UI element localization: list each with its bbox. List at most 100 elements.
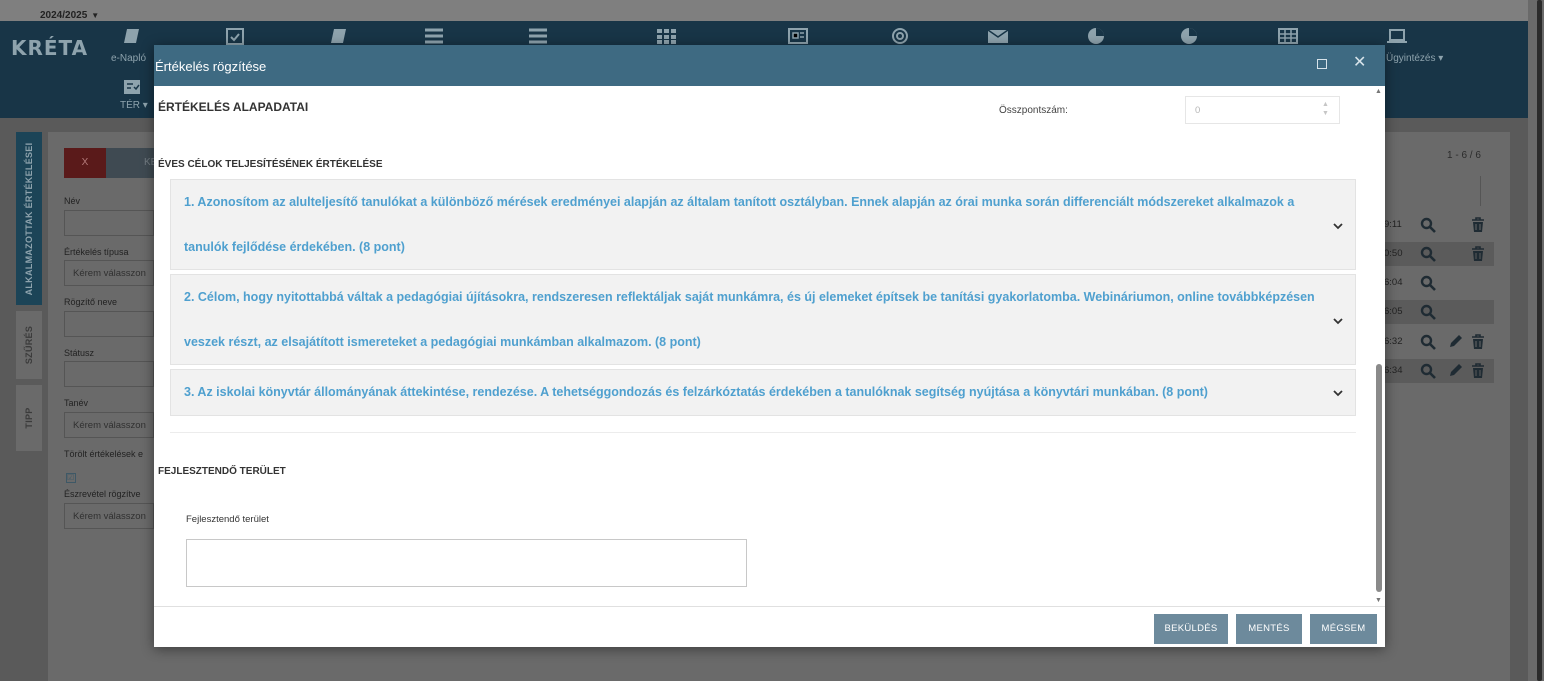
search-button[interactable]: KE [106, 148, 157, 178]
search-icon[interactable] [1420, 334, 1436, 350]
table-row: 9:11 [1384, 213, 1494, 237]
rogzito-label: Rögzítő neve [64, 297, 118, 307]
eszrevetel-label: Észrevétel rögzítve [64, 489, 141, 499]
tab-label: SZŰRÉS [24, 325, 34, 365]
trash-icon[interactable] [1470, 334, 1486, 350]
divider [170, 432, 1356, 433]
statusz-label: Státusz [64, 348, 95, 358]
list-icon-2[interactable] [527, 27, 549, 45]
osszpontszam-input[interactable]: 0 [1185, 96, 1340, 124]
tipus-select[interactable]: Kérem válasszon [64, 260, 154, 286]
goal-text: 2. Célom, hogy nyitottabbá váltak a peda… [184, 290, 1315, 349]
statusz-select[interactable] [64, 361, 154, 387]
table-icon[interactable] [1277, 27, 1299, 45]
row-time: 0:50 [1384, 248, 1403, 259]
goals-heading: ÉVES CÉLOK TELJESÍTÉSÉNEK ÉRTÉKELÉSE [158, 159, 383, 170]
torolt-checkbox[interactable]: ☑ [66, 473, 76, 483]
rogzito-input[interactable] [64, 311, 154, 337]
row-time: 6:32 [1384, 336, 1403, 347]
fejlesztendo-textarea[interactable] [186, 539, 747, 587]
dialog-footer: BEKÜLDÉS MENTÉS MÉGSEM [154, 606, 1385, 647]
tanev-label: Tanév [64, 398, 89, 408]
result-count: 1 - 6 / 6 [1447, 150, 1481, 161]
table-row: 6:05 [1384, 300, 1494, 324]
pie-chart-icon-2[interactable] [1178, 27, 1200, 45]
search-icon[interactable] [1420, 275, 1436, 291]
school-year-value: 2024/2025 [40, 10, 88, 21]
laptop-icon[interactable] [1386, 27, 1408, 45]
tab-tipp[interactable]: TIPP [16, 385, 42, 451]
dialog-body: ÉRTÉKELÉS ALAPADATAI Összpontszám: 0 ▲ ▼ … [154, 86, 1385, 606]
grid-icon[interactable] [655, 27, 677, 45]
osszpontszam-label: Összpontszám: [999, 105, 1068, 116]
kreta-logo: KRÉTA [11, 36, 89, 60]
envelope-icon[interactable] [987, 27, 1009, 45]
newspaper-icon[interactable] [787, 27, 809, 45]
ertekeles-rogzitese-dialog: Értékelés rögzítése ✕ ÉRTÉKELÉS ALAPADAT… [154, 45, 1385, 647]
spinner-arrows-icon[interactable]: ▲ ▼ [1322, 100, 1329, 118]
search-icon[interactable] [1420, 304, 1436, 320]
scrollbar-thumb[interactable] [1376, 364, 1382, 592]
chevron-down-icon[interactable] [1331, 314, 1345, 328]
goal-accordion-item-2[interactable]: 2. Célom, hogy nyitottabbá váltak a peda… [170, 274, 1356, 365]
pencil-icon[interactable] [1447, 334, 1463, 350]
row-time: 6:04 [1384, 277, 1403, 288]
form-icon[interactable] [123, 79, 141, 95]
row-time: 6:34 [1384, 365, 1403, 376]
megsem-button[interactable]: MÉGSEM [1310, 614, 1377, 644]
search-icon[interactable] [1420, 363, 1436, 379]
list-icon[interactable] [423, 27, 445, 45]
bekuldes-button[interactable]: BEKÜLDÉS [1154, 614, 1228, 644]
section-title: ÉRTÉKELÉS ALAPADATAI [158, 100, 309, 114]
clear-filter-button[interactable]: X [64, 148, 106, 178]
mentes-button[interactable]: MENTÉS [1236, 614, 1302, 644]
trash-icon[interactable] [1470, 217, 1486, 233]
nev-input[interactable] [64, 210, 154, 236]
at-icon[interactable] [889, 27, 911, 45]
maximize-icon[interactable] [1317, 59, 1327, 69]
eszrevetel-select[interactable]: Kérem válasszon [64, 503, 154, 529]
nav-ter-label[interactable]: TÉR ▾ [120, 100, 148, 111]
goal-text: 3. Az iskolai könyvtár állományának átte… [184, 385, 1208, 399]
page-scrollbar-thumb[interactable] [1537, 0, 1542, 681]
trash-icon[interactable] [1470, 363, 1486, 379]
book-icon[interactable] [121, 27, 143, 45]
nav-enaplo-label[interactable]: e-Napló [111, 53, 146, 64]
nav-ugyintezes-text: Ügyintézés [1386, 53, 1436, 64]
close-icon[interactable]: ✕ [1353, 55, 1366, 71]
school-year-selector[interactable]: 2024/2025 ▼ [40, 10, 99, 21]
fejlesztendo-label: Fejlesztendő terület [186, 514, 269, 525]
tab-alkalmazottak-ertekelesei[interactable]: ALKALMAZOTTAK ÉRTÉKELÉSEI [16, 132, 42, 305]
tab-label: TIPP [24, 407, 34, 429]
nav-ter-text: TÉR [120, 100, 140, 111]
pencil-icon[interactable] [1447, 363, 1463, 379]
tanev-select[interactable]: Kérem válasszon [64, 412, 154, 438]
nev-label: Név [64, 196, 81, 206]
scroll-down-icon[interactable]: ▼ [1375, 597, 1382, 604]
column-divider [1480, 176, 1481, 206]
nav-ugyintezes-label[interactable]: Ügyintézés ▾ [1386, 53, 1443, 64]
book-icon-2[interactable] [328, 27, 350, 45]
table-row: 6:34 [1384, 359, 1494, 383]
fejlesztendo-heading: FEJLESZTENDŐ TERÜLET [158, 466, 286, 477]
goal-accordion-item-1[interactable]: 1. Azonosítom az alulteljesítő tanulókat… [170, 179, 1356, 270]
calendar-check-icon[interactable] [224, 27, 246, 45]
chevron-down-icon: ▼ [91, 11, 100, 20]
dialog-scrollbar[interactable]: ▲ ▼ [1373, 86, 1385, 606]
torolt-label: Törölt értékelések e [64, 449, 144, 459]
search-icon[interactable] [1420, 217, 1436, 233]
goal-accordion-item-3[interactable]: 3. Az iskolai könyvtár állományának átte… [170, 369, 1356, 416]
chevron-down-icon[interactable] [1331, 219, 1345, 233]
tab-label: ALKALMAZOTTAK ÉRTÉKELÉSEI [24, 142, 34, 295]
goal-text: 1. Azonosítom az alulteljesítő tanulókat… [184, 195, 1295, 254]
row-time: 9:11 [1384, 219, 1402, 230]
search-icon[interactable] [1420, 246, 1436, 262]
trash-icon[interactable] [1470, 246, 1486, 262]
chevron-down-icon[interactable] [1331, 386, 1345, 400]
table-row: 6:04 [1384, 271, 1494, 295]
pie-chart-icon[interactable] [1085, 27, 1107, 45]
top-strip [0, 0, 1544, 21]
scroll-up-icon[interactable]: ▲ [1375, 88, 1382, 95]
dialog-header: Értékelés rögzítése ✕ [154, 45, 1385, 86]
tab-szures[interactable]: SZŰRÉS [16, 311, 42, 379]
